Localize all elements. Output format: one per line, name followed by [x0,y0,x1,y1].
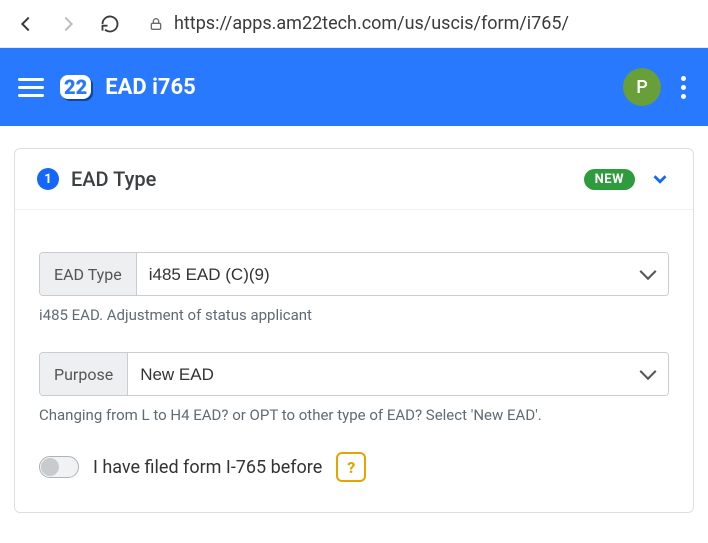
purpose-field: Purpose New EAD [39,352,669,396]
step-number: 1 [37,168,59,190]
avatar-initial: P [636,77,648,98]
logo-badge: 22 [60,75,91,99]
forward-button [54,10,82,38]
new-badge: NEW [584,169,635,190]
avatar[interactable]: P [623,68,661,106]
app-logo[interactable]: 22 EAD i765 [60,75,196,100]
ead-type-select[interactable]: i485 EAD (C)(9) [137,253,668,295]
toggle-knob [41,458,59,476]
page-content: 1 EAD Type NEW EAD Type i485 EAD (C)(9) [0,126,708,513]
card-title: EAD Type [71,167,156,191]
browser-toolbar: https://apps.am22tech.com/us/uscis/form/… [0,0,708,48]
filed-before-toggle[interactable] [39,456,79,478]
address-bar[interactable]: https://apps.am22tech.com/us/uscis/form/… [138,7,696,41]
ead-type-card: 1 EAD Type NEW EAD Type i485 EAD (C)(9) [14,148,694,513]
back-button[interactable] [12,10,40,38]
purpose-select[interactable]: New EAD [128,353,668,395]
ead-type-helper: i485 EAD. Adjustment of status applicant [39,306,669,324]
question-mark-icon: ? [347,458,355,477]
card-header[interactable]: 1 EAD Type NEW [15,149,693,210]
url-text: https://apps.am22tech.com/us/uscis/form/… [174,13,569,34]
overflow-menu-icon[interactable] [677,72,690,103]
menu-icon[interactable] [18,74,44,100]
purpose-helper: Changing from L to H4 EAD? or OPT to oth… [39,406,669,424]
card-body: EAD Type i485 EAD (C)(9) i485 EAD. Adjus… [15,210,693,512]
filed-before-row: I have filed form I-765 before ? [39,452,669,482]
reload-button[interactable] [96,10,124,38]
help-button[interactable]: ? [336,452,366,482]
app-title: EAD i765 [105,75,196,100]
lock-icon [148,16,164,32]
ead-type-field: EAD Type i485 EAD (C)(9) [39,252,669,296]
filed-before-label: I have filed form I-765 before [93,457,322,478]
chevron-down-icon[interactable] [649,168,671,190]
purpose-label: Purpose [40,353,128,395]
ead-type-label: EAD Type [40,253,137,295]
app-header: 22 EAD i765 P [0,48,708,126]
